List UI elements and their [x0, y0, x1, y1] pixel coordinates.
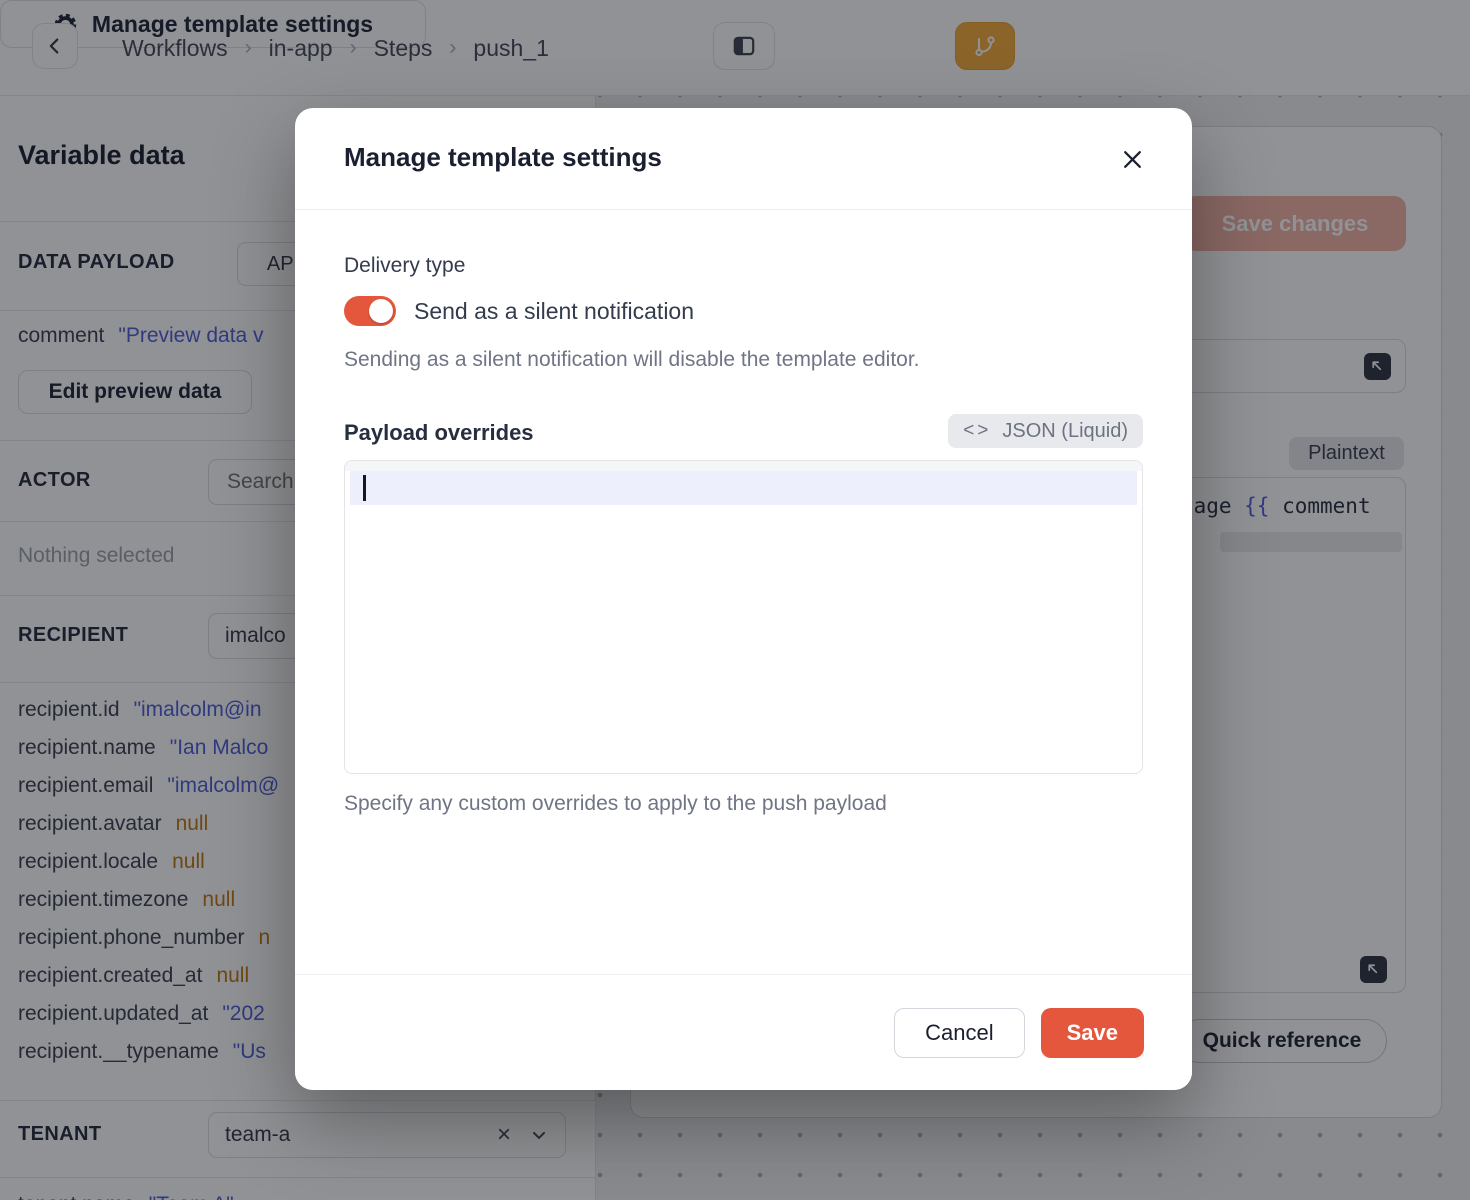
silent-toggle-label: Send as a silent notification	[414, 298, 694, 325]
modal-header: Manage template settings	[295, 108, 1192, 210]
silent-toggle-row: Send as a silent notification	[344, 296, 694, 326]
json-liquid-label: JSON (Liquid)	[1002, 420, 1128, 443]
modal-footer: Cancel Save	[295, 974, 1192, 1090]
toggle-knob	[369, 299, 393, 323]
delivery-type-label: Delivery type	[344, 254, 465, 278]
save-button[interactable]: Save	[1041, 1008, 1144, 1058]
delivery-help-text: Sending as a silent notification will di…	[344, 348, 920, 372]
editor-top-strip	[345, 461, 1142, 471]
payload-help-text: Specify any custom overrides to apply to…	[344, 792, 887, 816]
editor-active-line	[350, 471, 1137, 505]
code-brackets-icon: <>	[963, 420, 991, 442]
text-cursor	[363, 475, 366, 501]
json-liquid-badge: <> JSON (Liquid)	[948, 414, 1143, 448]
close-button[interactable]	[1114, 141, 1150, 177]
modal-title: Manage template settings	[344, 142, 662, 173]
silent-notification-toggle[interactable]	[344, 296, 396, 326]
manage-template-settings-modal: Manage template settings Delivery type S…	[295, 108, 1192, 1090]
payload-overrides-label: Payload overrides	[344, 420, 534, 446]
cancel-button[interactable]: Cancel	[894, 1008, 1024, 1058]
close-icon	[1119, 146, 1146, 173]
payload-overrides-editor[interactable]	[344, 460, 1143, 774]
screen: Workflows › in-app › Steps › push_1 Mana…	[0, 0, 1470, 1200]
